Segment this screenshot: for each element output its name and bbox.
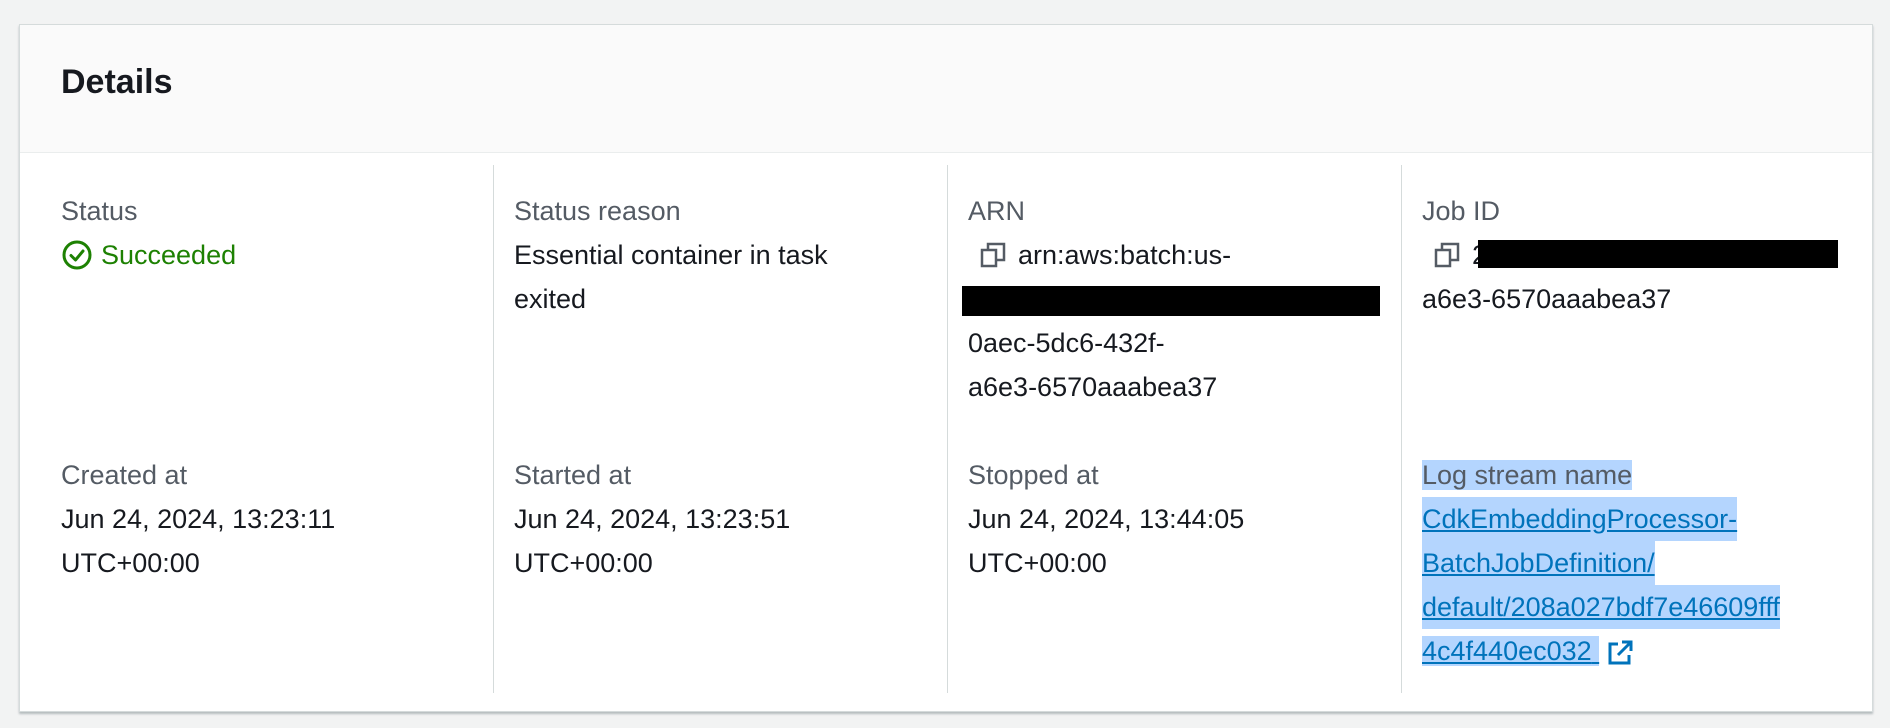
copy-icon[interactable]: [1432, 240, 1462, 270]
job-id-field: Job ID 2 a6e3-6570aaabea37: [1422, 189, 1842, 321]
log-stream-line1: CdkEmbeddingProcessor-: [1422, 497, 1738, 541]
copy-icon[interactable]: [978, 240, 1008, 270]
column-divider: [493, 165, 494, 693]
log-stream-label: Log stream name: [1422, 453, 1862, 497]
stopped-at-label: Stopped at: [968, 460, 1099, 490]
created-at-line2: UTC+00:00: [61, 548, 200, 578]
job-id-line1: 2: [1422, 233, 1842, 277]
log-stream-line3: default/208a027bdf7e46609fff: [1422, 585, 1780, 629]
redaction-bar: [1478, 240, 1838, 268]
log-stream-field: Log stream name CdkEmbeddingProcessor- B…: [1422, 453, 1862, 673]
started-at-label: Started at: [514, 460, 632, 490]
stopped-at-line2: UTC+00:00: [968, 548, 1107, 578]
log-stream-line2: BatchJobDefinition/: [1422, 541, 1655, 585]
status-positive-icon: [62, 240, 92, 270]
created-at-field: Created at Jun 24, 2024, 13:23:11 UTC+00…: [61, 453, 481, 585]
details-panel: Details Status Succeeded Status reason E…: [19, 24, 1873, 712]
status-reason-line2: exited: [514, 284, 587, 314]
column-divider: [947, 165, 948, 693]
external-link-icon: [1608, 640, 1633, 665]
job-id-label: Job ID: [1422, 196, 1501, 226]
status-label: Status: [61, 196, 138, 226]
status-reason-label: Status reason: [514, 196, 681, 226]
column-divider: [1401, 165, 1402, 693]
status-text: Succeeded: [101, 240, 237, 270]
stopped-at-line1: Jun 24, 2024, 13:44:05: [968, 504, 1245, 534]
started-at-line2: UTC+00:00: [514, 548, 653, 578]
panel-header: [20, 25, 1872, 153]
panel-title: Details: [61, 63, 173, 101]
log-stream-line4-text: 4c4f440ec032: [1422, 636, 1592, 666]
arn-line1: arn:aws:batch:us-: [968, 233, 1388, 277]
arn-field: ARN arn:aws:batch:us- 0aec-5dc6-432f- a6…: [962, 189, 1388, 409]
log-stream-link[interactable]: CdkEmbeddingProcessor- BatchJobDefinitio…: [1422, 497, 1862, 673]
arn-label: ARN: [968, 196, 1026, 226]
arn-line4: a6e3-6570aaabea37: [968, 372, 1218, 402]
arn-text-start: arn:aws:batch:us-: [1018, 240, 1232, 270]
job-id-redacted-value: 2: [1472, 233, 1838, 277]
log-stream-label-text: Log stream name: [1422, 460, 1633, 490]
status-value: Succeeded: [61, 233, 481, 277]
stopped-at-field: Stopped at Jun 24, 2024, 13:44:05 UTC+00…: [968, 453, 1388, 585]
status-field: Status Succeeded: [61, 189, 481, 277]
status-reason-line1: Essential container in task: [514, 240, 828, 270]
created-at-label: Created at: [61, 460, 188, 490]
redaction-bar: [962, 285, 1380, 316]
created-at-line1: Jun 24, 2024, 13:23:11: [61, 504, 336, 534]
arn-line2: [962, 277, 1388, 321]
started-at-field: Started at Jun 24, 2024, 13:23:51 UTC+00…: [514, 453, 934, 585]
arn-line3: 0aec-5dc6-432f-: [968, 328, 1165, 358]
status-reason-field: Status reason Essential container in tas…: [514, 189, 934, 321]
started-at-line1: Jun 24, 2024, 13:23:51: [514, 504, 791, 534]
job-id-line2: a6e3-6570aaabea37: [1422, 284, 1672, 314]
log-stream-line4: 4c4f440ec032: [1422, 629, 1862, 673]
